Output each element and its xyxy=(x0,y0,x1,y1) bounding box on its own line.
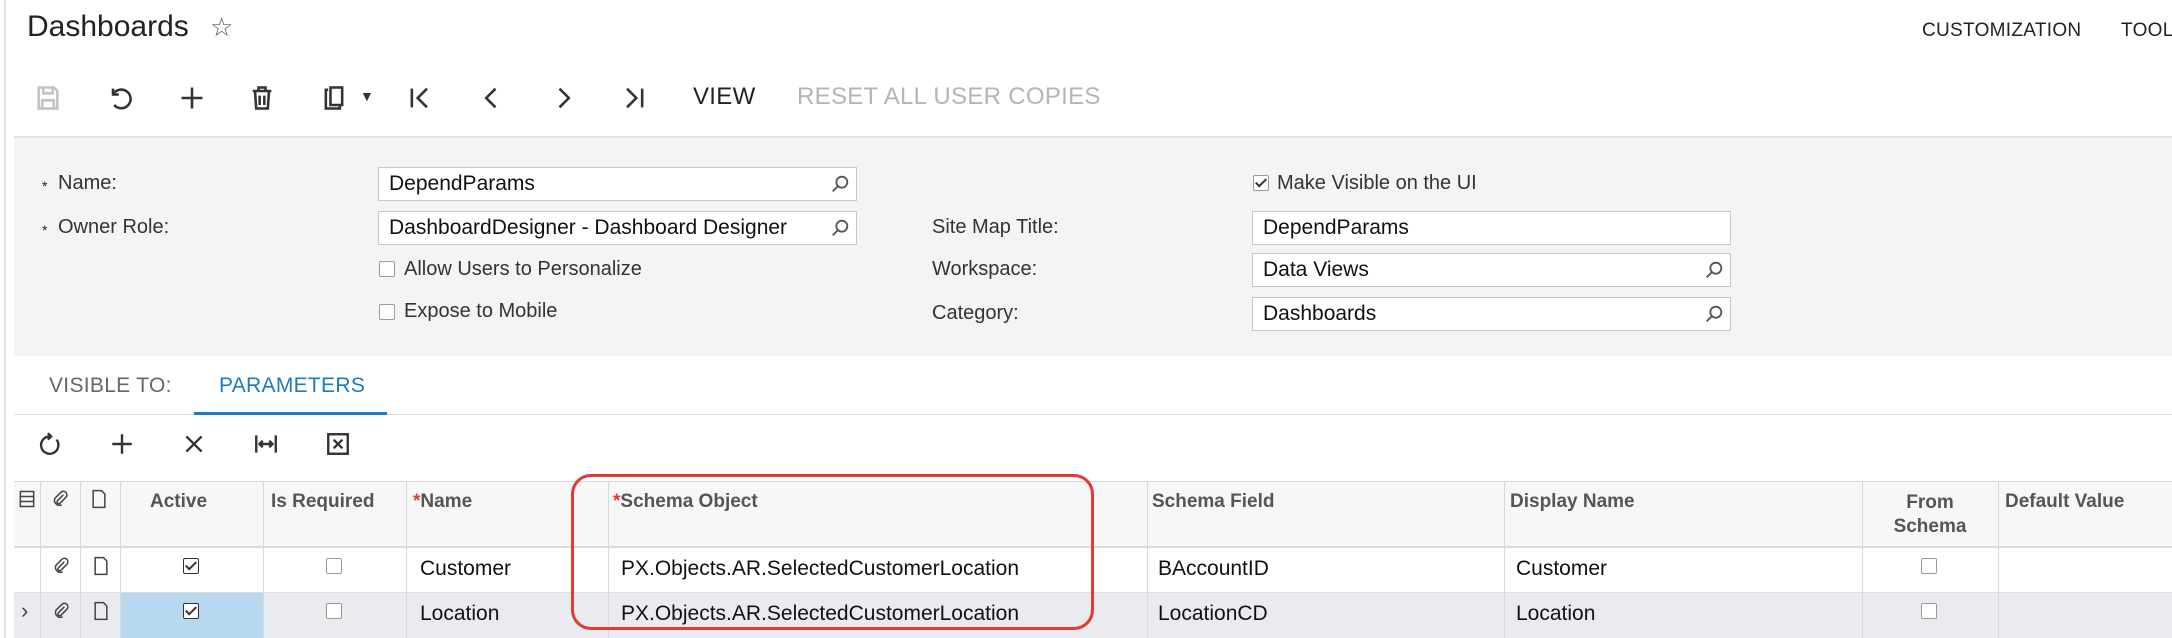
column-display-name[interactable]: Display Name xyxy=(1510,491,1635,513)
favorite-star-icon[interactable]: ☆ xyxy=(210,12,233,43)
column-schema-object[interactable]: *Schema Object xyxy=(613,491,758,513)
row-schema-field[interactable]: BAccountID xyxy=(1158,557,1269,581)
note-icon xyxy=(89,489,109,514)
undo-icon xyxy=(111,88,132,110)
paperclip-icon[interactable] xyxy=(51,556,71,581)
active-checkbox[interactable] xyxy=(183,603,199,619)
export-excel-button[interactable] xyxy=(318,424,358,464)
is-required-checkbox[interactable] xyxy=(326,558,342,574)
note-icon[interactable] xyxy=(91,556,111,581)
previous-record-button[interactable] xyxy=(472,78,512,118)
last-record-button[interactable] xyxy=(614,78,654,118)
delete-button[interactable] xyxy=(242,78,282,118)
search-icon[interactable] xyxy=(829,173,851,195)
plus-icon xyxy=(181,87,203,109)
trash-icon xyxy=(252,86,272,110)
make-visible-label: Make Visible on the UI xyxy=(1277,172,1477,194)
from-schema-checkbox[interactable] xyxy=(1921,558,1937,574)
expose-mobile-checkbox[interactable] xyxy=(379,304,395,320)
row-display-name[interactable]: Location xyxy=(1516,602,1595,626)
add-row-button[interactable] xyxy=(102,424,142,464)
row-schema-object[interactable]: PX.Objects.AR.SelectedCustomerLocation xyxy=(621,557,1019,581)
row-schema-object[interactable]: PX.Objects.AR.SelectedCustomerLocation xyxy=(621,602,1019,626)
save-icon xyxy=(37,86,59,110)
row-name[interactable]: Location xyxy=(420,602,499,626)
menu-tools[interactable]: TOOL xyxy=(2121,20,2172,42)
clipboard-icon xyxy=(324,86,344,110)
refresh-icon xyxy=(39,432,60,455)
active-checkbox[interactable] xyxy=(183,558,199,574)
workspace-field[interactable]: Data Views xyxy=(1252,253,1731,287)
row-display-name[interactable]: Customer xyxy=(1516,557,1607,581)
category-label: Category: xyxy=(932,302,1019,324)
fit-width-icon xyxy=(255,435,277,453)
view-button[interactable]: VIEW xyxy=(693,83,756,111)
chevron-left-icon xyxy=(484,87,497,109)
excel-icon xyxy=(327,433,349,455)
required-marker: * xyxy=(42,222,48,238)
category-field[interactable]: Dashboards xyxy=(1252,297,1731,331)
make-visible-checkbox[interactable] xyxy=(1253,175,1269,191)
owner-role-label: Owner Role: xyxy=(58,216,170,238)
is-required-checkbox[interactable] xyxy=(326,603,342,619)
required-marker: * xyxy=(42,178,48,194)
column-default-value[interactable]: Default Value xyxy=(2005,491,2124,513)
delete-row-button[interactable] xyxy=(174,424,214,464)
save-button[interactable] xyxy=(28,78,68,118)
row-name[interactable]: Customer xyxy=(420,557,511,581)
undo-button[interactable] xyxy=(100,78,140,118)
allow-personalize-checkbox[interactable] xyxy=(379,261,395,277)
chevron-right-icon xyxy=(558,87,571,109)
page-title: Dashboards xyxy=(27,10,189,43)
tab-visible-to[interactable]: VISIBLE TO: xyxy=(49,374,172,398)
paperclip-icon xyxy=(50,489,70,514)
first-record-button[interactable] xyxy=(400,78,440,118)
reset-all-user-copies-button[interactable]: RESET ALL USER COPIES xyxy=(797,83,1101,111)
search-icon[interactable] xyxy=(829,217,851,239)
search-icon[interactable] xyxy=(1703,303,1725,325)
site-map-title-field[interactable]: DependParams xyxy=(1252,211,1731,245)
column-from-schema[interactable]: From Schema xyxy=(1862,491,1998,539)
plus-icon xyxy=(112,434,132,454)
fit-to-screen-button[interactable] xyxy=(246,424,286,464)
copy-paste-button[interactable] xyxy=(314,78,354,118)
close-icon xyxy=(185,435,203,453)
allow-personalize-label: Allow Users to Personalize xyxy=(404,258,642,280)
row-schema-field[interactable]: LocationCD xyxy=(1158,602,1268,626)
chevron-down-icon[interactable]: ▼ xyxy=(360,88,374,104)
next-record-button[interactable] xyxy=(543,78,583,118)
owner-role-field[interactable]: DashboardDesigner - Dashboard Designer xyxy=(378,211,857,245)
column-name[interactable]: *Name xyxy=(413,491,472,513)
workspace-label: Workspace: xyxy=(932,258,1038,280)
chevron-right-icon[interactable]: › xyxy=(21,598,28,624)
name-field[interactable]: DependParams xyxy=(378,167,857,201)
menu-customization[interactable]: CUSTOMIZATION xyxy=(1922,20,2081,42)
row-status-icon xyxy=(17,489,37,514)
tab-parameters[interactable]: PARAMETERS xyxy=(219,374,365,398)
last-icon xyxy=(626,87,644,109)
column-is-required[interactable]: Is Required xyxy=(271,491,374,513)
form-panel xyxy=(14,138,2172,356)
expose-mobile-label: Expose to Mobile xyxy=(404,300,558,322)
search-icon[interactable] xyxy=(1703,259,1725,281)
first-icon xyxy=(410,87,428,109)
column-active[interactable]: Active xyxy=(150,491,207,513)
note-icon[interactable] xyxy=(91,601,111,626)
paperclip-icon[interactable] xyxy=(51,601,71,626)
site-map-title-label: Site Map Title: xyxy=(932,216,1059,238)
add-button[interactable] xyxy=(172,78,212,118)
from-schema-checkbox[interactable] xyxy=(1921,603,1937,619)
refresh-button[interactable] xyxy=(30,424,70,464)
column-schema-field[interactable]: Schema Field xyxy=(1152,491,1275,513)
name-label: Name: xyxy=(58,172,117,194)
